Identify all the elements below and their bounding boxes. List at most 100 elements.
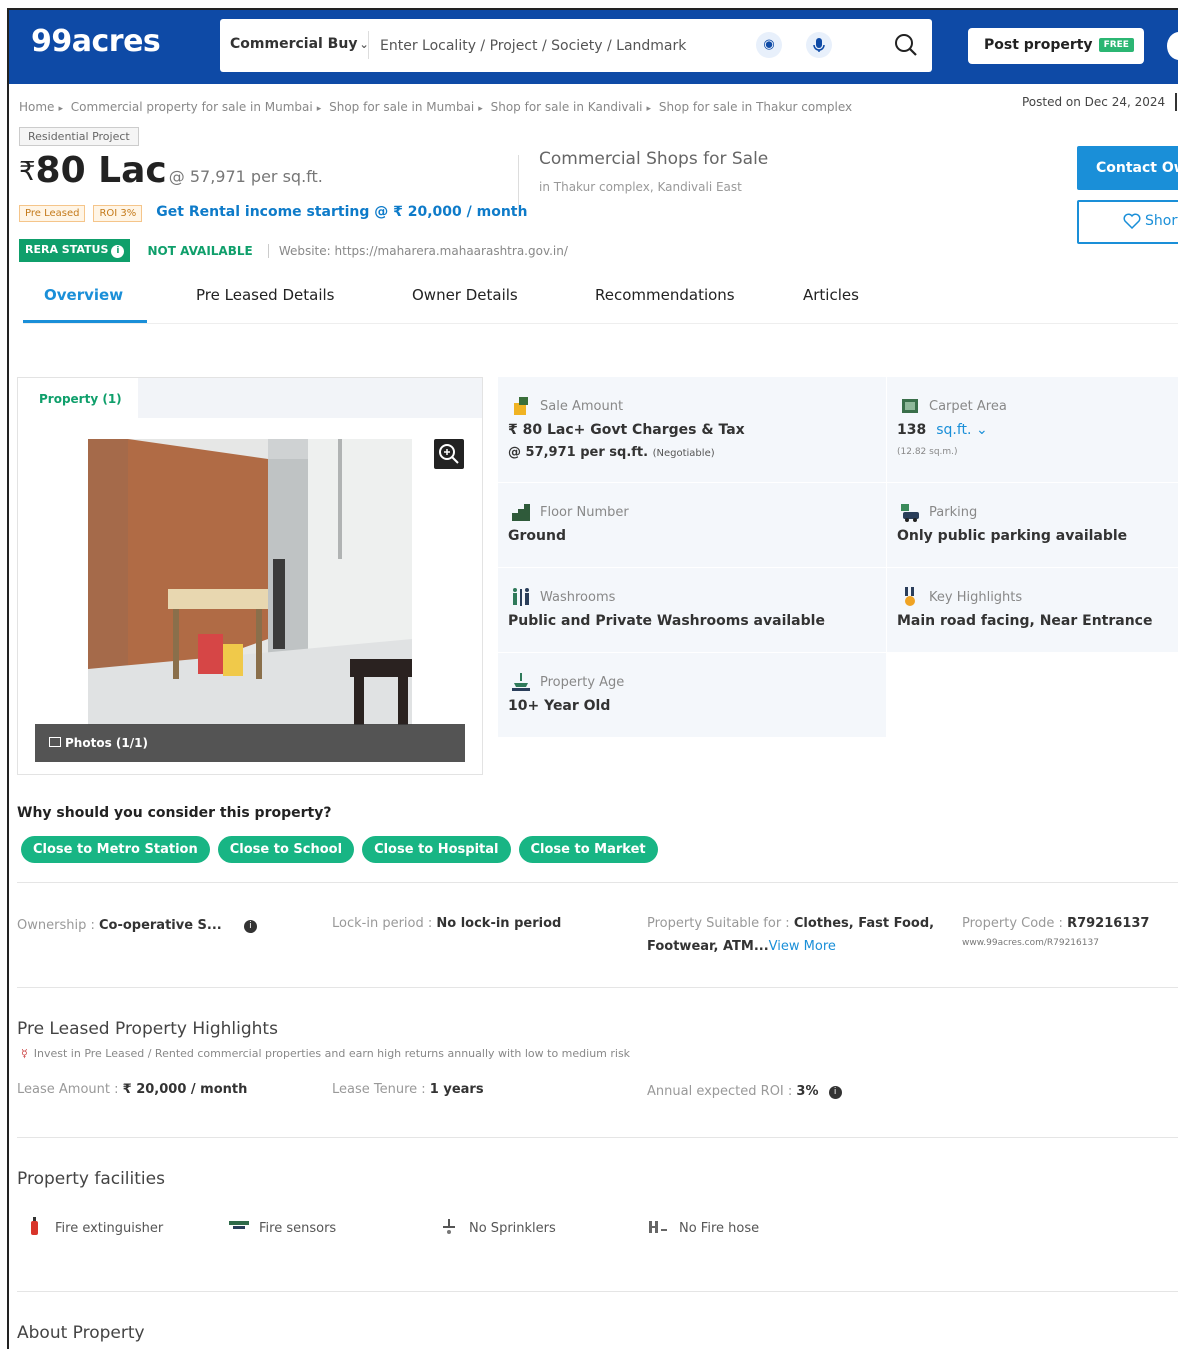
site-logo[interactable]: 99acres [31,24,161,59]
annual-roi-label: Annual expected ROI : [647,1084,797,1099]
property-age-label: Property Age [540,675,625,690]
pill-school[interactable]: Close to School [217,836,355,863]
search-type-dropdown[interactable]: Commercial Buy ⌄ [230,36,369,52]
sale-amount-per-sqft-text: @ 57,971 per sq.ft. [508,445,649,460]
detail-floor-number: Floor Number Ground [498,483,886,567]
rera-status-badge[interactable]: RERA STATUS i [19,239,131,262]
washrooms-value: Public and Private Washrooms available [508,613,825,629]
pill-market[interactable]: Close to Market [518,836,658,863]
annual-roi-attr: Annual expected ROI : 3% i [647,1084,842,1099]
tab-owner-details[interactable]: Owner Details [412,286,518,304]
detail-key-highlights: Key Highlights Main road facing, Near En… [887,568,1178,652]
area-unit-dropdown[interactable]: sq.ft. ⌄ [936,422,987,438]
carpet-area-sqm: (12.82 sq.m.) [897,447,958,457]
pill-hospital[interactable]: Close to Hospital [362,836,511,863]
property-location: in Thakur complex, Kandivali East [539,180,742,194]
user-avatar-icon[interactable] [1167,32,1178,60]
washroom-icon [513,588,529,606]
ownership-attr: Ownership : Co-operative S... i [17,918,257,933]
locate-me-icon[interactable]: ◉ [756,32,782,58]
detail-property-age: Property Age 10+ Year Old [498,653,886,737]
price-block: ₹80 Lac @ 57,971 per sq.ft. [19,150,323,191]
price-value: 80 Lac [35,150,167,191]
facility-fire-extinguisher: Fire extinguisher [23,1217,163,1236]
lease-amount-label: Lease Amount : [17,1082,123,1097]
tab-overview[interactable]: Overview [44,286,123,304]
lockin-label: Lock-in period : [332,916,437,931]
rera-value: NOT AVAILABLE [147,243,253,258]
breadcrumb-shop-mumbai[interactable]: Shop for sale in Mumbai [329,100,474,114]
floor-number-value: Ground [508,528,566,544]
facility-label: Fire sensors [259,1221,337,1236]
price-per-sqft: @ 57,971 per sq.ft. [168,167,323,186]
rental-income-link[interactable]: Get Rental income starting @ ₹ 20,000 / … [156,204,527,220]
suitable-attr: Property Suitable for : Clothes, Fast Fo… [647,916,934,931]
property-age-value: 10+ Year Old [508,698,611,714]
microphone-icon[interactable] [806,32,832,58]
photos-count-label: Photos (1/1) [65,736,148,750]
fire-extinguisher-icon [31,1217,38,1235]
posted-date: Posted on Dec 24, 2024 [1022,95,1166,109]
photo-icon [49,737,61,747]
info-icon[interactable]: i [828,1086,842,1099]
tab-recommendations[interactable]: Recommendations [595,286,735,304]
free-badge: FREE [1098,38,1134,52]
pill-metro-station[interactable]: Close to Metro Station [21,836,210,863]
key-highlights-value: Main road facing, Near Entrance [897,613,1153,629]
facility-fire-hose: No Fire hose [647,1217,759,1236]
listing-tags: Pre Leased ROI 3% Get Rental income starti… [19,201,527,222]
detail-carpet-area: Carpet Area 138 sq.ft. ⌄ (12.82 sq.m.) [887,377,1178,482]
search-type-label: Commercial Buy [230,36,358,52]
post-property-button[interactable]: Post property FREE [968,28,1144,64]
shortlist-button[interactable]: Shortlist [1077,200,1178,244]
sale-amount-value: ₹ 80 Lac+ Govt Charges & Tax [508,422,745,438]
lockin-value: No lock-in period [436,916,562,931]
lease-amount-attr: Lease Amount : ₹ 20,000 / month [17,1082,247,1097]
sprinkler-icon [443,1219,455,1234]
washrooms-label: Washrooms [540,590,616,605]
rera-row: RERA STATUS i NOT AVAILABLE Website: http… [19,239,568,263]
photos-count-bar[interactable]: Photos (1/1) [35,724,465,762]
facility-label: No Fire hose [679,1221,760,1236]
divider [17,1137,1178,1138]
property-photo[interactable] [88,439,412,725]
sale-amount-icon [514,397,528,415]
tab-articles[interactable]: Articles [803,286,859,304]
tab-pre-leased-details[interactable]: Pre Leased Details [196,286,334,304]
gallery-tab-property[interactable]: Property (1) [18,378,138,420]
search-input[interactable] [380,31,740,61]
top-header: 99acres Commercial Buy⌄ ◉ Post property F… [9,10,1178,84]
rera-status-label: RERA STATUS [25,243,109,256]
detail-sale-amount: Sale Amount ₹ 80 Lac+ Govt Charges & Tax… [498,377,886,482]
zoom-in-icon[interactable] [434,439,464,469]
carpet-area-number: 138 [897,422,927,438]
carpet-area-icon [902,399,918,413]
lease-tenure-attr: Lease Tenure : 1 years [332,1082,484,1097]
breadcrumb-shop-kandivali[interactable]: Shop for sale in Kandivali [491,100,643,114]
floor-icon [512,504,530,521]
parking-value: Only public parking available [897,528,1128,544]
divider [17,882,1178,883]
parking-icon [901,504,919,522]
facility-sprinklers: No Sprinklers [437,1217,556,1236]
detail-washrooms: Washrooms Public and Private Washrooms a… [498,568,886,652]
project-type-tag: Residential Project [19,127,139,146]
view-more-link[interactable]: View More [769,939,836,954]
property-age-icon [512,673,530,691]
contact-owner-button[interactable]: Contact Owner [1077,146,1178,190]
suitable-label: Property Suitable for : [647,916,794,931]
ownership-label: Ownership : [17,918,99,933]
area-unit-label: sq.ft. [936,422,972,438]
facility-fire-sensors: Fire sensors [227,1217,336,1236]
breadcrumb-home[interactable]: Home [19,100,54,114]
detail-parking: Parking Only public parking available [887,483,1178,567]
page-frame: 99acres Commercial Buy⌄ ◉ Post propertyF… [7,8,1178,1349]
pre-leased-tag: Pre Leased [19,205,86,222]
breadcrumb-commercial-mumbai[interactable]: Commercial property for sale in Mumbai [71,100,313,114]
search-icon[interactable] [892,31,920,59]
info-icon[interactable]: i [243,920,257,933]
property-code-value: R79216137 [1067,916,1150,931]
currency-symbol: ₹ [19,157,36,187]
breadcrumb-shop-thakur[interactable]: Shop for sale in Thakur complex [659,100,852,114]
fire-sensor-icon [229,1221,249,1229]
